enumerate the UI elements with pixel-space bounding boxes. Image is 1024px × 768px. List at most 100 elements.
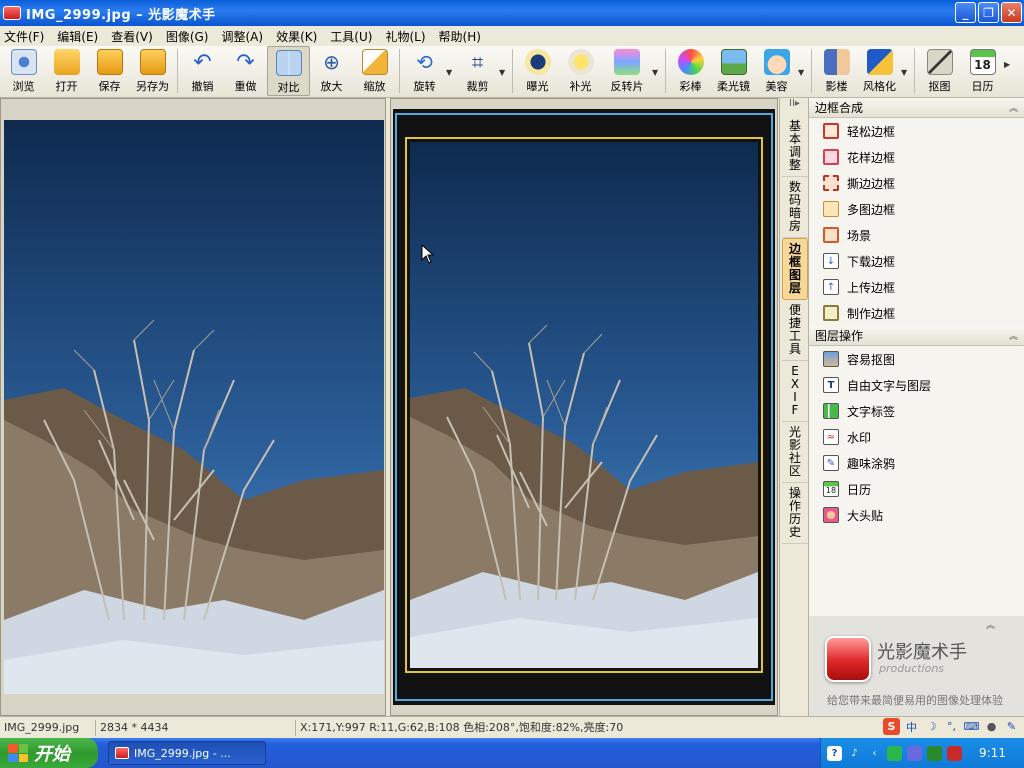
frame-item-make[interactable]: 制作边框	[809, 300, 1024, 326]
tab-digital-darkroom[interactable]: 数 码 暗 房	[782, 177, 808, 238]
browse-button[interactable]: 浏览	[2, 46, 45, 96]
crop-button[interactable]: ⌗ 裁剪	[456, 46, 499, 96]
menu-effects[interactable]: 效果(K)	[276, 28, 317, 45]
frame-item-multi[interactable]: 多图边框	[809, 196, 1024, 222]
toolbar-overflow-arrow[interactable]: ▶	[1004, 46, 1014, 69]
save-as-label: 另存为	[136, 80, 169, 93]
moon-icon[interactable]: ☽	[923, 718, 940, 735]
punctuation-icon[interactable]: °,	[943, 718, 960, 735]
layer-item-easy-cutout[interactable]: 容易抠图	[809, 346, 1024, 372]
minimize-button[interactable]: _	[955, 2, 976, 23]
start-button[interactable]: 开始	[0, 738, 98, 768]
taskbar-app-button[interactable]: IMG_2999.jpg - ...	[108, 741, 266, 765]
layer-item-doodle[interactable]: ✎ 趣味涂鸦	[809, 450, 1024, 476]
layer-panel-header[interactable]: 图层操作 ︽	[809, 326, 1024, 346]
close-button[interactable]: ✕	[1001, 2, 1022, 23]
redo-button[interactable]: ↷ 重做	[224, 46, 267, 96]
frame-item-easy[interactable]: 轻松边框	[809, 118, 1024, 144]
app-taskbar-icon	[115, 747, 129, 759]
pen-cutout-icon	[926, 49, 953, 75]
collapse-chevron-icon[interactable]: ︽	[1009, 101, 1018, 114]
panel-toggle-button[interactable]: II▸	[780, 98, 809, 116]
save-as-button[interactable]: 另存为	[131, 46, 174, 96]
menu-view[interactable]: 查看(V)	[111, 28, 153, 45]
frame-item-torn[interactable]: 撕边边框	[809, 170, 1024, 196]
user-icon[interactable]: ●	[983, 718, 1000, 735]
frame-item-fancy[interactable]: 花样边框	[809, 144, 1024, 170]
tray-expand-icon[interactable]: ‹	[867, 746, 882, 761]
promo-banner[interactable]: ︽ 光影魔术手 productions 给您带来最简便易用的图像处理体验	[809, 616, 1024, 716]
menu-file[interactable]: 文件(F)	[4, 28, 44, 45]
edited-photo-panel[interactable]	[390, 98, 778, 716]
layer-item-watermark[interactable]: ≈ 水印	[809, 424, 1024, 450]
lomo-button[interactable]: 彩棒	[669, 46, 712, 96]
status-dimensions: 2834 * 4434	[96, 719, 296, 736]
frame-item-download[interactable]: ↓ 下载边框	[809, 248, 1024, 274]
beauty-button[interactable]: 美容	[755, 46, 798, 96]
collapse-chevron-icon[interactable]: ︽	[1009, 329, 1018, 342]
frame-item-upload[interactable]: ↑ 上传边框	[809, 274, 1024, 300]
layer-item-calendar[interactable]: 18 日历	[809, 476, 1024, 502]
fill-light-button[interactable]: 补光	[559, 46, 602, 96]
soft-focus-button[interactable]: 柔光镜	[712, 46, 755, 96]
cutout-button[interactable]: 抠图	[918, 46, 961, 96]
stylize-button[interactable]: 风格化	[858, 46, 901, 96]
tab-basic-adjust[interactable]: 基 本 调 整	[782, 116, 808, 177]
reversal-film-button[interactable]: 反转片	[602, 46, 652, 96]
beauty-dropdown-arrow[interactable]: ▼	[798, 46, 808, 77]
tab-community[interactable]: 光 影 社 区	[782, 422, 808, 483]
menu-image[interactable]: 图像(G)	[166, 28, 209, 45]
open-button[interactable]: 打开	[45, 46, 88, 96]
zoom-in-button[interactable]: ⊕ 放大	[310, 46, 353, 96]
frame-item-label: 制作边框	[847, 306, 896, 321]
compare-button[interactable]: 对比	[267, 46, 310, 96]
wrench-icon[interactable]: ✎	[1003, 718, 1020, 735]
menu-gifts[interactable]: 礼物(L)	[385, 28, 425, 45]
layer-item-text-label[interactable]: 文字标签	[809, 398, 1024, 424]
tray-status-icon[interactable]	[927, 745, 942, 761]
clock[interactable]: 9:11	[979, 746, 1006, 760]
title-bar[interactable]: IMG_2999.jpg – 光影魔术手 _ ❐ ✕	[0, 0, 1024, 26]
keyboard-icon[interactable]: ⌨	[963, 718, 980, 735]
frame-item-scene[interactable]: 场景	[809, 222, 1024, 248]
zoom-fit-button[interactable]: 缩放	[353, 46, 396, 96]
menu-adjust[interactable]: 调整(A)	[221, 28, 263, 45]
frame-panel-title: 边框合成	[815, 101, 864, 115]
security-shield-icon[interactable]	[947, 745, 962, 761]
rotate-button[interactable]: ⟲ 旋转	[403, 46, 446, 96]
main-toolbar: 浏览 打开 保存 另存为 ↶ 撤销 ↷ 重做 对比 ⊕ 放大 缩放 ⟲ 旋转 ▼…	[0, 46, 1024, 98]
calendar-icon: 18	[969, 49, 996, 75]
tab-quick-tools[interactable]: 便 捷 工 具	[782, 300, 808, 361]
menu-tools[interactable]: 工具(U)	[330, 28, 372, 45]
calendar-button[interactable]: 18 日历	[961, 46, 1004, 96]
frame-panel-header[interactable]: 边框合成 ︽	[809, 98, 1024, 118]
film-dropdown-arrow[interactable]: ▼	[652, 46, 662, 77]
portrait-studio-button[interactable]: 影楼	[815, 46, 858, 96]
compare-split-icon	[275, 50, 302, 76]
help-icon[interactable]: ?	[827, 745, 842, 761]
frame-item-label: 轻松边框	[847, 124, 896, 139]
restore-button[interactable]: ❐	[978, 2, 999, 23]
menu-help[interactable]: 帮助(H)	[439, 28, 481, 45]
original-photo-panel[interactable]	[0, 98, 386, 716]
rotate-dropdown-arrow[interactable]: ▼	[446, 46, 456, 77]
save-button[interactable]: 保存	[88, 46, 131, 96]
ime-tray-icon[interactable]	[907, 745, 922, 761]
undo-button[interactable]: ↶ 撤销	[181, 46, 224, 96]
tab-exif[interactable]: E X I F	[782, 361, 808, 422]
stylize-dropdown-arrow[interactable]: ▼	[901, 46, 911, 77]
ime-lang-button[interactable]: 中	[903, 718, 920, 735]
layer-item-photo-sticker[interactable]: 大头贴	[809, 502, 1024, 528]
layer-item-text-layer[interactable]: T 自由文字与图层	[809, 372, 1024, 398]
volume-icon[interactable]: ♪	[847, 746, 862, 761]
sogou-ime-icon[interactable]: S	[883, 718, 900, 735]
calendar-label: 日历	[971, 80, 994, 93]
collapse-chevron-icon[interactable]: ︽	[986, 618, 995, 631]
tab-history[interactable]: 操 作 历 史	[782, 483, 808, 544]
exposure-button[interactable]: 曝光	[516, 46, 559, 96]
menu-edit[interactable]: 编辑(E)	[57, 28, 98, 45]
network-icon[interactable]	[887, 745, 902, 761]
crop-dropdown-arrow[interactable]: ▼	[499, 46, 509, 77]
tab-frames-layers[interactable]: 边 框 图 层	[782, 238, 808, 300]
rotate-label: 旋转	[413, 80, 436, 93]
